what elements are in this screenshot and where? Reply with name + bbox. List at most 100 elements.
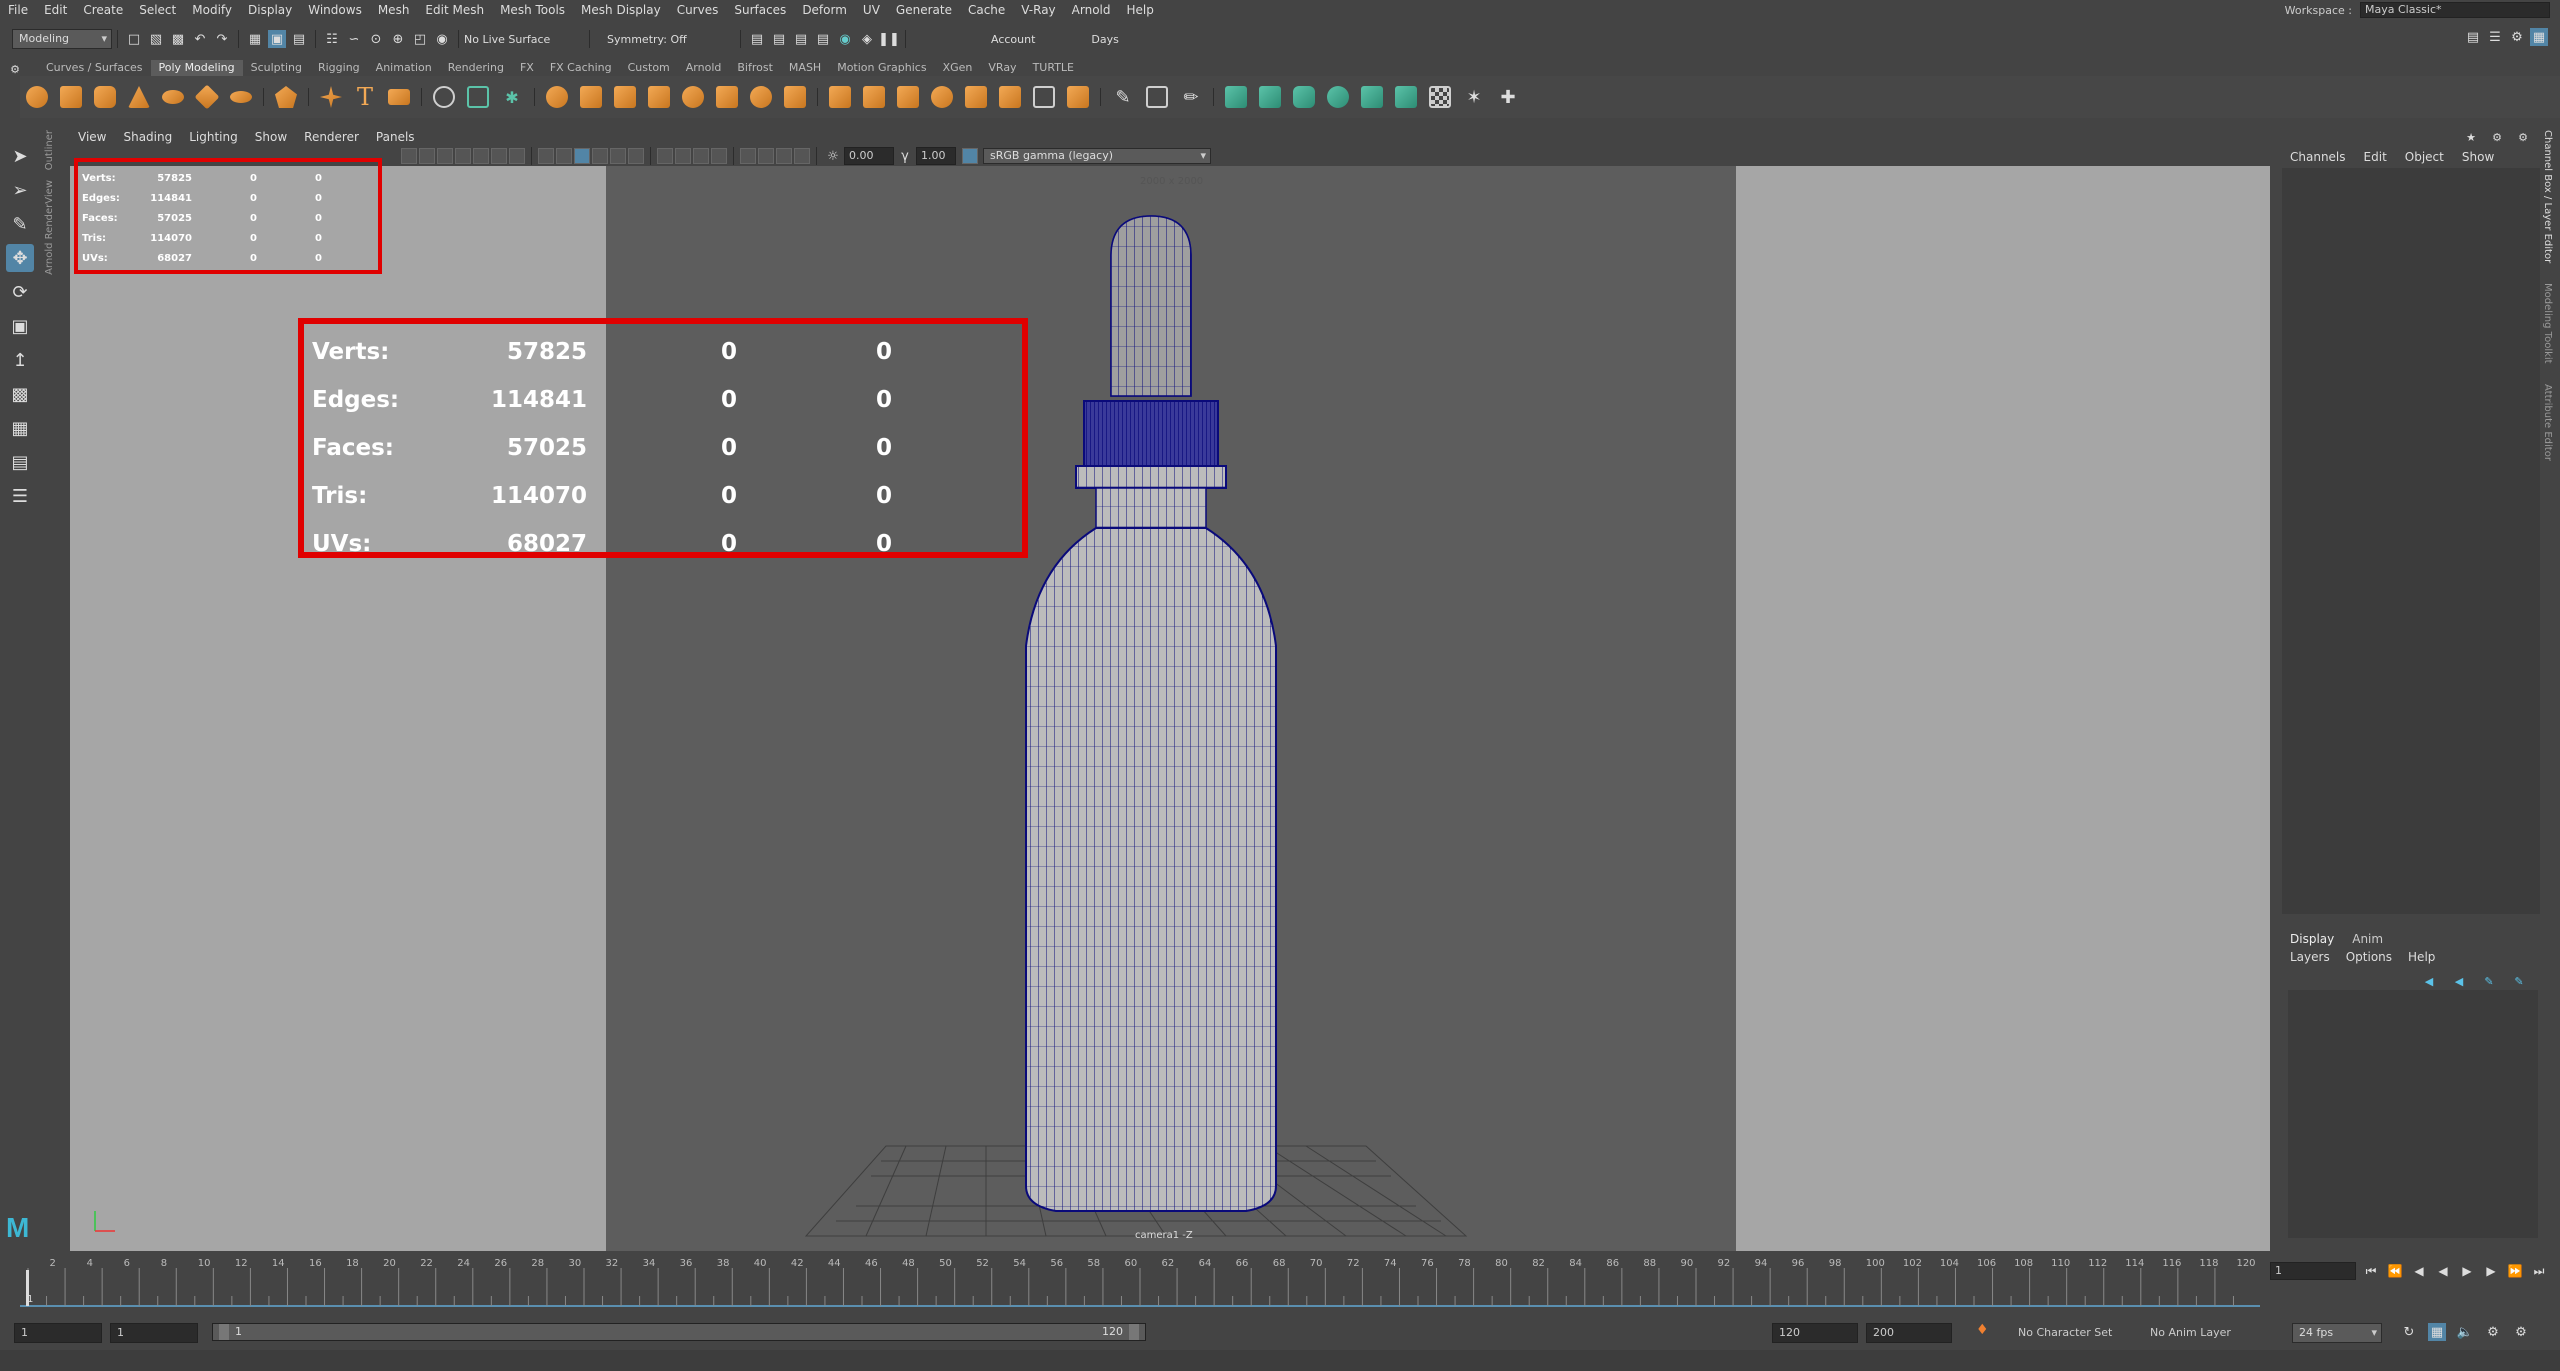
help-menu[interactable]: Help [2408, 950, 2435, 964]
checker-map-icon[interactable] [1426, 83, 1454, 111]
menu-cache[interactable]: Cache [968, 3, 1005, 17]
exposure-field[interactable]: 0.00 [844, 147, 894, 165]
channel-box-gear-icon[interactable]: ⚙ [2514, 128, 2532, 146]
scene-end-field[interactable]: 200 [1866, 1323, 1952, 1343]
planar-map-icon[interactable] [1256, 83, 1284, 111]
bridge-icon[interactable] [860, 83, 888, 111]
menu-uv[interactable]: UV [863, 3, 880, 17]
separate-icon[interactable] [577, 83, 605, 111]
fill-hole-icon[interactable] [928, 83, 956, 111]
single-perspective-layout-icon[interactable]: ▩ [6, 380, 34, 408]
menu-edit[interactable]: Edit [44, 3, 67, 17]
make-live-icon[interactable]: ◉ [433, 30, 451, 48]
wireframe-icon[interactable] [538, 148, 554, 164]
layer-list[interactable] [2288, 990, 2538, 1238]
menu-vray[interactable]: V-Ray [1021, 3, 1055, 17]
anim-prefs-icon[interactable]: ⚙ [2484, 1323, 2502, 1341]
attribute-editor-toggle-icon[interactable]: ☰ [2486, 28, 2504, 46]
safe-action-icon[interactable] [491, 148, 507, 164]
menu-deform[interactable]: Deform [802, 3, 847, 17]
four-view-layout-icon[interactable]: ▦ [6, 414, 34, 442]
edit-menu[interactable]: Edit [2364, 150, 2387, 164]
boolean-difference-icon[interactable] [679, 83, 707, 111]
shelf-tab-vray[interactable]: VRay [980, 60, 1024, 76]
bevel-icon[interactable] [894, 83, 922, 111]
type-tool-icon[interactable]: T [351, 83, 379, 111]
menu-surfaces[interactable]: Surfaces [734, 3, 786, 17]
panel-menu-shading[interactable]: Shading [123, 130, 172, 144]
transform-component-icon[interactable]: ✱ [498, 83, 526, 111]
menu-mesh-display[interactable]: Mesh Display [581, 3, 661, 17]
range-end-handle[interactable] [1129, 1324, 1139, 1340]
depth-of-field-icon[interactable] [711, 148, 727, 164]
last-tool-icon[interactable]: ↥ [6, 346, 34, 374]
poly-plane-icon[interactable] [193, 83, 221, 111]
step-forward-key-icon[interactable]: ⏩ [2506, 1262, 2524, 1280]
pause-viewport-icon[interactable]: ❚❚ [878, 30, 900, 48]
snap-projected-center-icon[interactable]: ⊕ [389, 30, 407, 48]
insert-edge-loop-icon[interactable] [1143, 83, 1171, 111]
shelf-tab-mash[interactable]: MASH [781, 60, 829, 76]
menu-display[interactable]: Display [248, 3, 292, 17]
menu-create[interactable]: Create [83, 3, 123, 17]
channel-box-tab[interactable]: Channel Box / Layer Editor [2542, 130, 2553, 263]
panel-layout-icon[interactable]: ☰ [6, 482, 34, 510]
audio-icon[interactable]: 🔈 [2456, 1323, 2474, 1341]
xray-joints-icon[interactable] [776, 148, 792, 164]
menu-generate[interactable]: Generate [896, 3, 952, 17]
view-transform-dropdown[interactable]: sRGB gamma (legacy) [983, 148, 1211, 164]
menu-windows[interactable]: Windows [308, 3, 362, 17]
show-menu[interactable]: Show [2462, 150, 2494, 164]
screen-space-ao-icon[interactable] [657, 148, 673, 164]
character-set-dropdown[interactable]: No Character Set [2018, 1326, 2112, 1339]
menu-modify[interactable]: Modify [192, 3, 232, 17]
select-object-icon[interactable]: ▣ [268, 30, 286, 48]
shelf-tab-fx[interactable]: FX [512, 60, 542, 76]
scene-start-field[interactable]: 1 [14, 1323, 102, 1343]
render-setup-icon[interactable]: ◉ [836, 30, 854, 48]
automatic-map-icon[interactable] [1358, 83, 1386, 111]
reduce-icon[interactable] [781, 83, 809, 111]
shelf-tab-rigging[interactable]: Rigging [310, 60, 368, 76]
menu-arnold[interactable]: Arnold [1072, 3, 1111, 17]
time-slider[interactable]: 2 4 6 8 10 12 14 16 18 20 22 24 26 28 30 32 34 36 38 40 42 44… [20, 1256, 2260, 1308]
menu-select[interactable]: Select [139, 3, 176, 17]
use-all-lights-icon[interactable] [610, 148, 626, 164]
menu-curves[interactable]: Curves [677, 3, 719, 17]
channel-box-pin-icon[interactable]: ★ [2462, 128, 2480, 146]
shelf-tab-animation[interactable]: Animation [368, 60, 440, 76]
anti-aliasing-icon[interactable] [693, 148, 709, 164]
snap-view-plane-icon[interactable]: ◰ [411, 30, 429, 48]
menu-help[interactable]: Help [1127, 3, 1154, 17]
menu-edit-mesh[interactable]: Edit Mesh [425, 3, 484, 17]
options-menu[interactable]: Options [2346, 950, 2392, 964]
smooth-icon[interactable] [747, 83, 775, 111]
attribute-editor-tab[interactable]: Attribute Editor [2542, 384, 2553, 461]
poly-cone-icon[interactable] [125, 83, 153, 111]
extrude-icon[interactable] [826, 83, 854, 111]
undo-icon[interactable]: ↶ [191, 30, 209, 48]
sculpt-icon[interactable] [430, 83, 458, 111]
shelf-tab-arnold[interactable]: Arnold [678, 60, 730, 76]
color-management-icon[interactable] [962, 148, 978, 164]
shelf-tab-poly-modeling[interactable]: Poly Modeling [150, 60, 243, 76]
snap-together-icon[interactable] [464, 83, 492, 111]
tab-display[interactable]: Display [2290, 932, 2334, 946]
range-start-handle[interactable] [219, 1324, 229, 1340]
smooth-shade-icon[interactable] [556, 148, 572, 164]
current-frame-field[interactable]: 1 [2270, 1262, 2356, 1280]
shelf-tab-motion-graphics[interactable]: Motion Graphics [829, 60, 934, 76]
menu-mesh[interactable]: Mesh [378, 3, 410, 17]
poly-torus-icon[interactable] [159, 83, 187, 111]
playback-end-field[interactable]: 120 [1772, 1323, 1858, 1343]
wireframe-on-shaded-icon[interactable] [574, 148, 590, 164]
shelf-tab-xgen[interactable]: XGen [935, 60, 981, 76]
arnold-renderview-tab[interactable]: Arnold RenderView [44, 180, 55, 275]
channel-box-toggle-icon[interactable]: ▦ [2530, 28, 2548, 46]
extract-icon[interactable] [611, 83, 639, 111]
sew-uv-edges-icon[interactable]: ✚ [1494, 83, 1522, 111]
gate-mask-icon[interactable] [455, 148, 471, 164]
textured-icon[interactable] [592, 148, 608, 164]
select-component-icon[interactable]: ▤ [290, 30, 308, 48]
resolution-gate-icon[interactable] [437, 148, 453, 164]
